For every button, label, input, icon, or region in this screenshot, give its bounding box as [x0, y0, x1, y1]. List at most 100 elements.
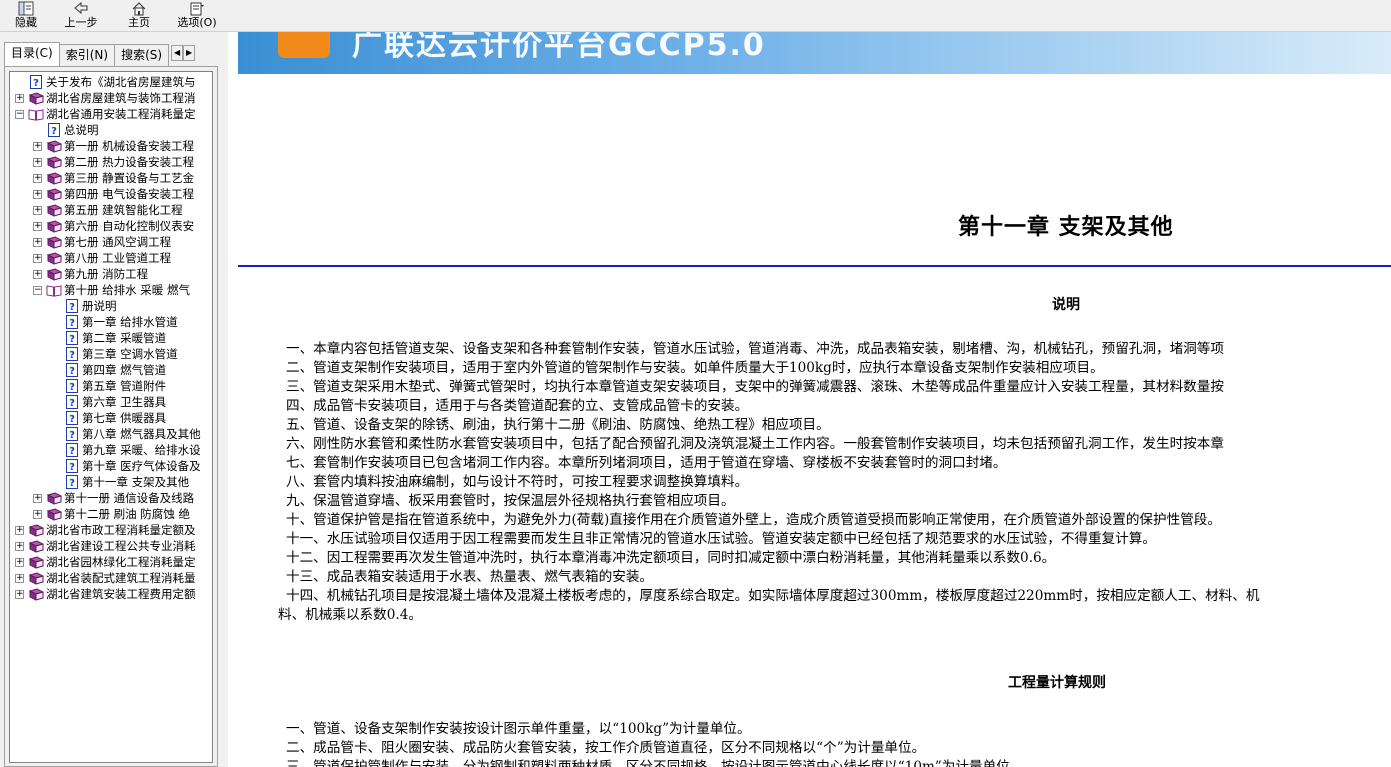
tree-item[interactable]: + 第二册 热力设备安装工程: [33, 154, 194, 170]
expand-plus-icon[interactable]: +: [33, 221, 42, 231]
tree-item-label: 湖北省市政工程消耗量定额及: [46, 523, 196, 537]
help-page-icon: ?: [64, 475, 80, 489]
tab-scroll-buttons: ◀ ▶: [171, 45, 196, 63]
tree-item-label: 湖北省建设工程公共专业消耗: [46, 539, 196, 553]
home-icon: [132, 2, 146, 16]
tree-item-label: 第七册 通风空调工程: [64, 235, 172, 249]
help-page-icon: ?: [64, 395, 80, 409]
help-page-icon: ?: [64, 363, 80, 377]
tree-item[interactable]: ? 第十一章 支架及其他: [51, 474, 189, 490]
expand-plus-icon[interactable]: +: [33, 237, 42, 247]
tree-item[interactable]: + 第九册 消防工程: [33, 266, 148, 282]
options-label: 选项(O): [177, 16, 217, 29]
tree-item[interactable]: + 湖北省建设工程公共专业消耗: [15, 538, 196, 554]
book-closed-icon: [46, 219, 62, 233]
collapse-minus-icon[interactable]: −: [33, 285, 42, 295]
tab-index[interactable]: 索引(N): [58, 44, 116, 66]
tab-scroll-right-icon[interactable]: ▶: [183, 45, 196, 61]
tree-item[interactable]: + 第五册 建筑智能化工程: [33, 202, 183, 218]
tree-item[interactable]: + 第十二册 刷油 防腐蚀 绝: [33, 506, 190, 522]
tree-item[interactable]: + 湖北省房屋建筑与装饰工程消: [15, 90, 196, 106]
svg-text:?: ?: [69, 334, 75, 345]
tree-item-label: 第四册 电气设备安装工程: [64, 187, 195, 201]
tree-item[interactable]: + 第一册 机械设备安装工程: [33, 138, 194, 154]
tree-item-label: 第十一章 支架及其他: [82, 475, 190, 489]
tree-item-label: 第十章 医疗气体设备及: [82, 459, 201, 473]
svg-text:?: ?: [69, 430, 75, 441]
expand-plus-icon[interactable]: +: [15, 557, 24, 567]
tree-item[interactable]: − 湖北省通用安装工程消耗量定: [15, 106, 196, 122]
tree-item[interactable]: ? 第十章 医疗气体设备及: [51, 458, 201, 474]
back-button[interactable]: 上一步: [52, 0, 110, 32]
contents-panel: ? 关于发布《湖北省房屋建筑与 + 湖北省房屋建筑与装饰工程消 − 湖北省通用安装工程消耗…: [4, 66, 218, 767]
tree-item[interactable]: + 第六册 自动化控制仪表安: [33, 218, 194, 234]
expand-plus-icon[interactable]: +: [33, 253, 42, 263]
svg-text:?: ?: [69, 478, 75, 489]
tree-item[interactable]: ? 第五章 管道附件: [51, 378, 166, 394]
rule-paragraph: 二、成品管卡、阻火圈安装、成品防火套管安装，按工作介质管道直径，区分不同规格以“…: [286, 740, 926, 756]
book-closed-icon: [46, 203, 62, 217]
book-closed-icon: [46, 139, 62, 153]
book-closed-icon: [28, 523, 44, 537]
expand-plus-icon[interactable]: +: [33, 493, 42, 503]
tree-item-label: 第六章 卫生器具: [82, 395, 167, 409]
tree-item[interactable]: ? 第六章 卫生器具: [51, 394, 166, 410]
svg-text:?: ?: [33, 78, 39, 89]
expand-plus-icon[interactable]: +: [33, 189, 42, 199]
hide-pane-icon: [18, 1, 34, 16]
tree-item-label: 第一册 机械设备安装工程: [64, 139, 195, 153]
explain-paragraph: 八、套管内填料按油麻编制，如与设计不符时，可按工程要求调整换算填料。: [286, 474, 749, 490]
tree-item[interactable]: ? 第二章 采暖管道: [51, 330, 166, 346]
expand-plus-icon[interactable]: +: [33, 157, 42, 167]
tree-item[interactable]: + 第三册 静置设备与工艺金: [33, 170, 194, 186]
tree-item[interactable]: ? 第三章 空调水管道: [51, 346, 178, 362]
expand-plus-icon[interactable]: +: [33, 509, 42, 519]
tree-item[interactable]: + 第七册 通风空调工程: [33, 234, 171, 250]
tree-item[interactable]: + 第八册 工业管道工程: [33, 250, 171, 266]
tree-item-label: 关于发布《湖北省房屋建筑与: [46, 75, 196, 89]
explain-paragraph: 十三、成品表箱安装适用于水表、热量表、燃气表箱的安装。: [286, 569, 654, 585]
tree-item[interactable]: ? 第一章 给排水管道: [51, 314, 178, 330]
hide-button[interactable]: 隐藏: [0, 0, 52, 32]
expand-plus-icon[interactable]: +: [15, 541, 24, 551]
tree-item[interactable]: ? 第四章 燃气管道: [51, 362, 166, 378]
tree-item[interactable]: + 湖北省市政工程消耗量定额及: [15, 522, 196, 538]
options-button[interactable]: 选项(O): [168, 0, 226, 32]
expand-plus-icon[interactable]: +: [33, 205, 42, 215]
nav-tabs: 目录(C) 索引(N) 搜索(S) ◀ ▶: [4, 42, 220, 66]
tree-item[interactable]: ? 第八章 燃气器具及其他: [51, 426, 201, 442]
tree-item-label: 第五章 管道附件: [82, 379, 167, 393]
expand-plus-icon[interactable]: +: [33, 141, 42, 151]
tree-item[interactable]: + 第十一册 通信设备及线路: [33, 490, 194, 506]
svg-text:?: ?: [69, 302, 75, 313]
tree-item[interactable]: + 湖北省建筑安装工程费用定额: [15, 586, 196, 602]
back-label: 上一步: [64, 16, 98, 29]
expand-plus-icon[interactable]: +: [33, 173, 42, 183]
title-divider: [238, 265, 1391, 267]
tree-item[interactable]: ? 册说明: [51, 298, 117, 314]
home-button[interactable]: 主页: [110, 0, 168, 32]
tree-item[interactable]: + 湖北省装配式建筑工程消耗量: [15, 570, 196, 586]
tree-item[interactable]: + 第四册 电气设备安装工程: [33, 186, 194, 202]
tree-item[interactable]: ? 总说明: [33, 122, 99, 138]
book-closed-icon: [46, 251, 62, 265]
expand-plus-icon[interactable]: +: [15, 589, 24, 599]
expand-plus-icon[interactable]: +: [15, 525, 24, 535]
tree-item-label: 第十一册 通信设备及线路: [64, 491, 195, 505]
expand-plus-icon[interactable]: +: [15, 573, 24, 583]
options-icon: [190, 2, 204, 16]
collapse-minus-icon[interactable]: −: [15, 109, 24, 119]
tree-item[interactable]: − 第十册 给排水 采暖 燃气: [33, 282, 190, 298]
tab-contents[interactable]: 目录(C): [4, 42, 60, 66]
tab-search[interactable]: 搜索(S): [114, 44, 170, 66]
tab-scroll-left-icon[interactable]: ◀: [171, 45, 184, 61]
tree-item[interactable]: ? 第七章 供暖器具: [51, 410, 166, 426]
expand-plus-icon[interactable]: +: [15, 93, 24, 103]
tree-item[interactable]: + 湖北省园林绿化工程消耗量定: [15, 554, 196, 570]
svg-text:?: ?: [69, 350, 75, 361]
tree-item[interactable]: ? 第九章 采暖、给排水设: [51, 442, 201, 458]
book-closed-icon: [46, 155, 62, 169]
svg-text:?: ?: [51, 126, 57, 137]
tree-item[interactable]: ? 关于发布《湖北省房屋建筑与: [15, 74, 196, 90]
expand-plus-icon[interactable]: +: [33, 269, 42, 279]
